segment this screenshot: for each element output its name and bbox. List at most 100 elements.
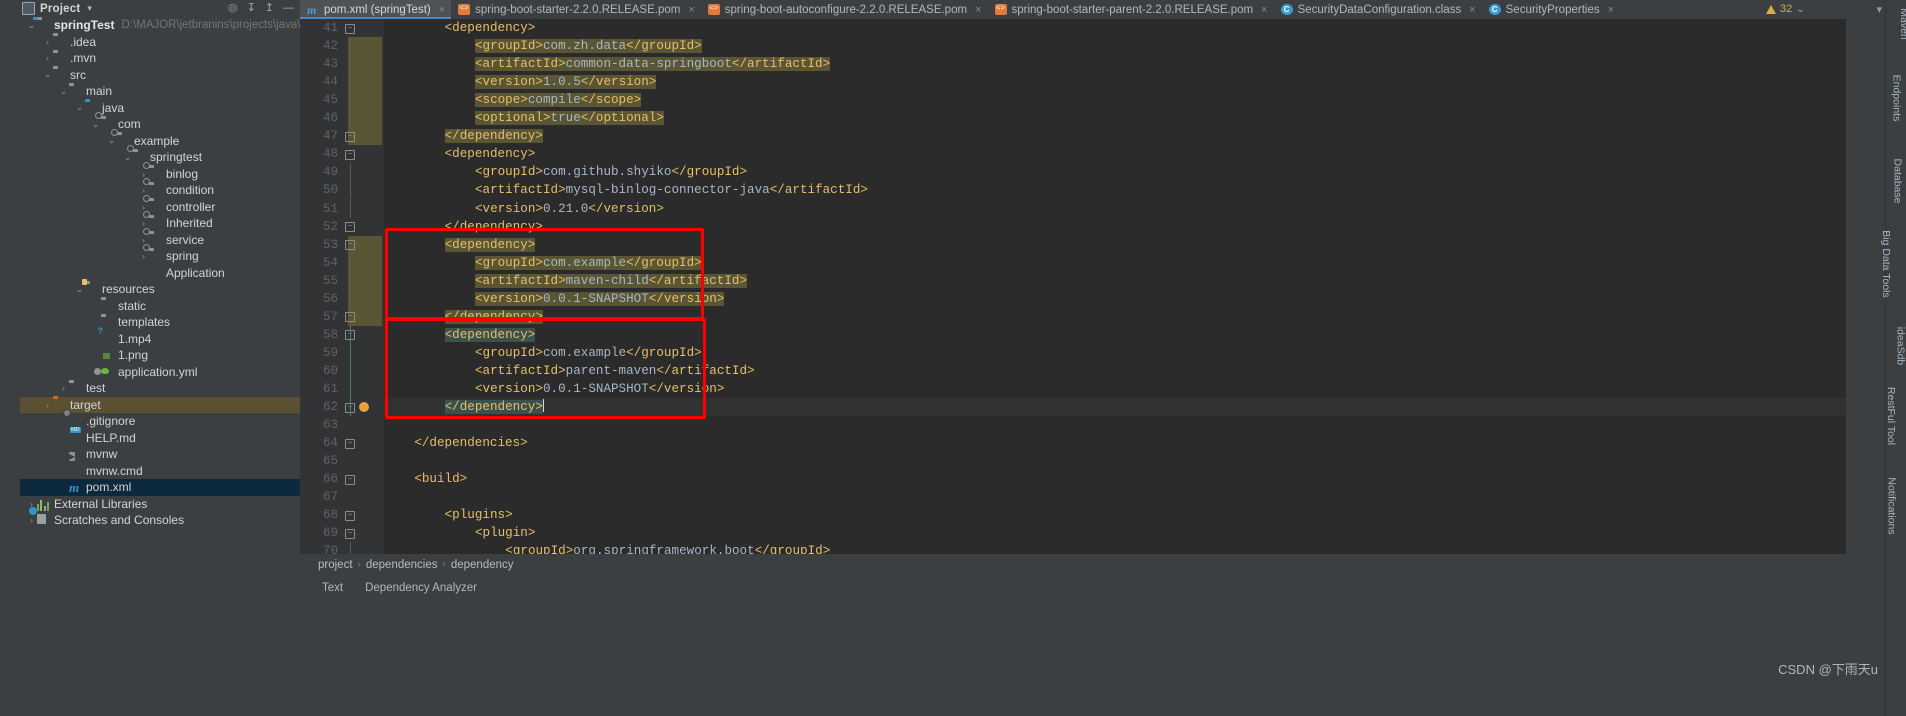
tree-item-springtest[interactable]: ⌄ springtest	[20, 149, 300, 166]
tree-item-test[interactable]: › test	[20, 380, 300, 397]
code-text[interactable]: <dependency>	[384, 236, 1846, 254]
code-text[interactable]	[384, 488, 1846, 506]
chevron-right-icon[interactable]: ›	[138, 185, 149, 195]
chevron-down-icon[interactable]: ⌄	[106, 135, 117, 146]
code-text[interactable]: <groupId>org.springframework.boot</group…	[384, 542, 1846, 554]
code-line-55[interactable]: 55 <artifactId>maven-child</artifactId>	[300, 271, 1846, 290]
tree-item-spring[interactable]: › spring	[20, 248, 300, 265]
tree-item-pom-xml[interactable]: m pom.xml	[20, 479, 300, 496]
code-text[interactable]: </dependency>	[384, 127, 1846, 145]
chevron-down-icon[interactable]: ⌄	[42, 69, 53, 80]
chevron-down-icon[interactable]: ⌄	[74, 284, 85, 295]
code-line-42[interactable]: 42 <groupId>com.zh.data</groupId>	[300, 37, 1846, 56]
code-text[interactable]: <plugins>	[384, 506, 1846, 524]
chevron-down-icon[interactable]: ⌄	[26, 20, 37, 31]
fold-toggle-icon[interactable]: −	[344, 470, 356, 488]
right-strip-endpoints[interactable]: Endpoints	[1891, 75, 1903, 122]
tree-item-scratches-and-consoles[interactable]: › Scratches and Consoles	[20, 512, 300, 529]
code-text[interactable]: <optional>true</optional>	[384, 109, 1846, 127]
chevron-right-icon[interactable]: ›	[42, 37, 53, 47]
code-line-67[interactable]: 67	[300, 488, 1846, 506]
code-text[interactable]: <artifactId>maven-child</artifactId>	[384, 272, 1846, 290]
tree-item-external-libraries[interactable]: › External Libraries	[20, 496, 300, 513]
code-line-68[interactable]: 68− <plugins>	[300, 506, 1846, 524]
code-line-47[interactable]: 47− </dependency>	[300, 127, 1846, 146]
collapse-all-icon[interactable]: ↧	[247, 1, 256, 15]
tree-item-src[interactable]: ⌄ src	[20, 67, 300, 84]
fold-toggle-icon[interactable]: −	[344, 236, 356, 254]
code-line-70[interactable]: 70 <groupId>org.springframework.boot</gro…	[300, 542, 1846, 554]
close-icon[interactable]: ×	[1261, 4, 1267, 16]
tree-item-1-png[interactable]: 1.png	[20, 347, 300, 364]
code-text[interactable]: <build>	[384, 470, 1846, 488]
code-text[interactable]	[384, 452, 1846, 470]
editor-tab-bar[interactable]: m pom.xml (springTest) × <> spring-boot-star…	[300, 0, 1846, 19]
code-line-64[interactable]: 64− </dependencies>	[300, 434, 1846, 452]
editor-bottom-tab-dependency-analyzer[interactable]: Dependency Analyzer	[365, 582, 477, 594]
code-text[interactable]: <dependency>	[384, 19, 1846, 37]
close-icon[interactable]: ×	[975, 4, 981, 16]
code-text[interactable]: <groupId>com.github.shyiko</groupId>	[384, 163, 1846, 181]
code-line-57[interactable]: 57− </dependency>	[300, 307, 1846, 326]
code-line-59[interactable]: 59 <groupId>com.example</groupId>	[300, 343, 1846, 362]
fold-toggle-icon[interactable]: −	[344, 145, 356, 163]
chevron-right-icon[interactable]: ›	[138, 235, 149, 245]
right-strip-database[interactable]: Database	[1892, 159, 1904, 204]
tree-item-target[interactable]: › target	[20, 396, 300, 413]
code-text[interactable]: <scope>compile</scope>	[384, 91, 1846, 109]
breadcrumb-item-dependencies[interactable]: dependencies	[366, 559, 438, 571]
code-line-62[interactable]: 62−</dependency>	[300, 398, 1846, 417]
code-line-54[interactable]: 54 <groupId>com.example</groupId>	[300, 253, 1846, 272]
code-text[interactable]: <version>1.0.5</version>	[384, 73, 1846, 91]
editor-tab-0[interactable]: m pom.xml (springTest) ×	[300, 0, 452, 19]
editor-tab-4[interactable]: C SecurityDataConfiguration.class ×	[1274, 0, 1482, 19]
hide-icon[interactable]: —	[283, 1, 294, 15]
tree-item-condition[interactable]: › condition	[20, 182, 300, 199]
tree-item-inherited[interactable]: › Inherited	[20, 215, 300, 232]
code-text[interactable]: <artifactId>parent-maven</artifactId>	[384, 362, 1846, 380]
code-line-48[interactable]: 48− <dependency>	[300, 145, 1846, 163]
tree-item-controller[interactable]: › controller	[20, 199, 300, 216]
project-tree[interactable]: ⌄ springTest D:\MAJOR\jetbranins\projects\…	[20, 17, 300, 597]
code-text[interactable]	[384, 416, 1846, 434]
fold-toggle-icon[interactable]: −	[344, 434, 356, 452]
code-text[interactable]: <groupId>com.example</groupId>	[384, 254, 1846, 272]
close-icon[interactable]: ×	[439, 4, 445, 16]
chevron-down-icon[interactable]: ⌄	[74, 102, 85, 113]
code-line-56[interactable]: 56 <version>0.0.1-SNAPSHOT</version>	[300, 289, 1846, 308]
code-line-46[interactable]: 46 <optional>true</optional>	[300, 109, 1846, 128]
code-text[interactable]: <plugin>	[384, 524, 1846, 542]
breadcrumb-item-project[interactable]: project	[318, 559, 353, 571]
code-text[interactable]: <version>0.0.1-SNAPSHOT</version>	[384, 290, 1846, 308]
tree-item-mvnw[interactable]: ▶ mvnw	[20, 446, 300, 463]
tree-item-1-mp4[interactable]: 1.mp4	[20, 331, 300, 348]
code-text[interactable]: <artifactId>mysql-binlog-connector-java<…	[384, 181, 1846, 199]
breadcrumb-item-dependency[interactable]: dependency	[451, 559, 514, 571]
code-line-69[interactable]: 69− <plugin>	[300, 524, 1846, 542]
code-text[interactable]: </dependency>	[384, 398, 1846, 416]
code-text[interactable]: <version>0.21.0</version>	[384, 200, 1846, 218]
tree-item-help-md[interactable]: MD HELP.md	[20, 426, 300, 447]
chevron-down-icon[interactable]: ⌄	[122, 152, 133, 163]
editor-tab-1[interactable]: <> spring-boot-starter-2.2.0.RELEASE.pom ×	[451, 0, 701, 19]
fold-toggle-icon[interactable]: −	[344, 127, 356, 145]
code-line-63[interactable]: 63	[300, 416, 1846, 434]
tree-item-com[interactable]: ⌄ com	[20, 116, 300, 133]
chevron-down-icon[interactable]: ⌄	[58, 86, 69, 97]
tree-item-service[interactable]: › service	[20, 232, 300, 249]
chevron-right-icon[interactable]: ›	[42, 53, 53, 63]
chevron-right-icon[interactable]: ›	[138, 218, 149, 228]
close-icon[interactable]: ×	[1608, 4, 1614, 16]
tab-overflow-chevron-icon[interactable]: ▾	[1876, 3, 1882, 16]
code-line-50[interactable]: 50 <artifactId>mysql-binlog-connector-jav…	[300, 181, 1846, 200]
code-text[interactable]: </dependency>	[384, 308, 1846, 326]
fold-toggle-icon[interactable]: −	[344, 506, 356, 524]
chevron-right-icon[interactable]: ›	[42, 400, 53, 410]
code-text[interactable]: <dependency>	[384, 145, 1846, 163]
code-line-51[interactable]: 51 <version>0.21.0</version>	[300, 199, 1846, 218]
tree-item-application-yml[interactable]: application.yml	[20, 364, 300, 381]
tree-item-java[interactable]: ⌄ java	[20, 100, 300, 117]
right-strip-restful-tool[interactable]: RestFul Tool	[1885, 387, 1897, 445]
close-icon[interactable]: ×	[688, 4, 694, 16]
code-text[interactable]: <version>0.0.1-SNAPSHOT</version>	[384, 380, 1846, 398]
